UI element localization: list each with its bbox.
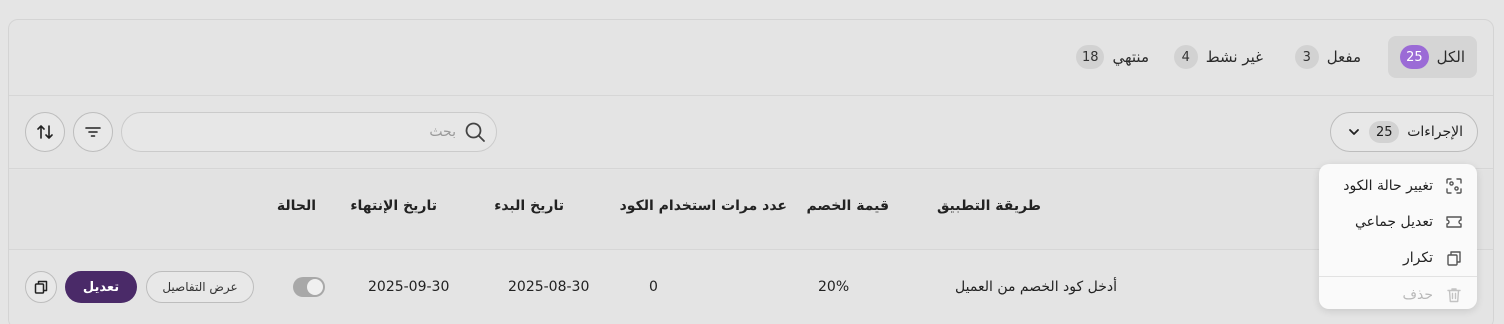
copy-icon <box>34 280 48 294</box>
table-header: طريقة التطبيق قيمة الخصم عدد مرات استخدا… <box>9 170 1493 250</box>
menu-item-label: تعديل جماعي <box>1355 214 1433 230</box>
sort-button[interactable] <box>25 112 65 152</box>
tab-label: مفعل <box>1326 48 1361 66</box>
menu-item-duplicate[interactable]: تكرار <box>1319 240 1477 276</box>
column-header-status[interactable]: الحالة <box>277 198 316 214</box>
filter-button[interactable] <box>73 112 113 152</box>
tab-label: غير نشط <box>1205 48 1263 66</box>
column-header-method[interactable]: طريقة التطبيق <box>937 198 1041 214</box>
toggle-knob <box>307 279 323 295</box>
actions-label: الإجراءات <box>1407 124 1463 140</box>
menu-item-bulk-edit[interactable]: تعديل جماعي <box>1319 204 1477 240</box>
menu-item-label: حذف <box>1402 287 1433 303</box>
tab-count-badge: 25 <box>1400 45 1429 69</box>
tab-active[interactable]: مفعل 3 <box>1283 36 1373 78</box>
edit-button[interactable]: تعديل <box>65 271 137 303</box>
bulk-actions-button[interactable]: الإجراءات 25 <box>1330 112 1478 152</box>
tab-count-badge: 18 <box>1075 45 1105 69</box>
search-icon <box>465 122 485 142</box>
sort-arrows-icon <box>37 125 53 139</box>
cell-discount: 20% <box>818 279 850 295</box>
status-toggle[interactable] <box>293 277 325 297</box>
tab-count-badge: 3 <box>1294 45 1319 69</box>
cell-end-date: 2025-09-30 <box>368 279 450 295</box>
tab-all[interactable]: الكل 25 <box>1388 36 1477 78</box>
tab-label: منتهي <box>1112 48 1149 66</box>
menu-item-label: تغيير حالة الكود <box>1343 178 1433 194</box>
column-header-discount[interactable]: قيمة الخصم <box>806 198 889 214</box>
tab-label: الكل <box>1436 48 1465 66</box>
cell-start-date: 2025-08-30 <box>508 279 590 295</box>
tab-expired[interactable]: منتهي 18 <box>1064 36 1161 78</box>
search-input[interactable] <box>132 124 456 140</box>
menu-item-delete[interactable]: حذف <box>1319 277 1477 313</box>
tab-count-badge: 4 <box>1173 45 1198 69</box>
column-header-usage[interactable]: عدد مرات استخدام الكود <box>620 198 787 214</box>
copy-button[interactable] <box>25 271 57 303</box>
column-header-end-date[interactable]: تاريخ الإنتهاء <box>350 198 437 214</box>
cell-method: أدخل كود الخصم من العميل <box>955 279 1117 295</box>
status-tabs: الكل 25 مفعل 3 غير نشط 4 منتهي 18 <box>9 20 1493 96</box>
column-header-start-date[interactable]: تاريخ البدء <box>494 198 564 214</box>
coupons-card: الكل 25 مفعل 3 غير نشط 4 منتهي 18 بحث ال… <box>8 19 1494 324</box>
tab-inactive[interactable]: غير نشط 4 <box>1162 36 1275 78</box>
view-details-button[interactable]: عرض التفاصيل <box>146 271 254 303</box>
filter-icon <box>85 127 101 137</box>
selected-count-badge: 25 <box>1369 121 1400 143</box>
chevron-down-icon <box>1349 129 1360 135</box>
menu-item-change-status[interactable]: تغيير حالة الكود <box>1319 168 1477 204</box>
duplicate-icon <box>1447 251 1461 266</box>
table-toolbar: الإجراءات 25 <box>9 97 1493 169</box>
trash-icon <box>1447 288 1461 303</box>
search-box[interactable] <box>121 112 497 152</box>
bulk-actions-menu: تغيير حالة الكود تعديل جماعي تكرار حذف <box>1319 164 1477 309</box>
cell-usage: 0 <box>649 279 658 295</box>
menu-item-label: تكرار <box>1402 250 1433 266</box>
bulk-edit-icon <box>1446 216 1462 228</box>
status-change-icon <box>1446 178 1462 194</box>
